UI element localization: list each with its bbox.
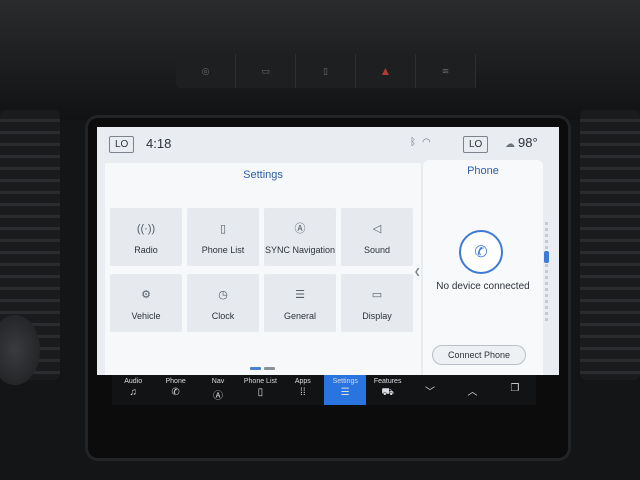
settings-tile-label: Radio (134, 245, 158, 255)
nav-item-label: Settings (332, 378, 358, 385)
settings-tile-label: Sound (363, 245, 391, 255)
car-features-icon: ⛟ (381, 387, 394, 398)
settings-tile-vehicle[interactable]: ⚙ Vehicle (110, 274, 182, 332)
music-note-icon: ♫ (129, 387, 137, 398)
speaker-icon: ◁ (372, 223, 382, 235)
clock-time: 4:18 (146, 136, 172, 151)
phone-icon: ✆ (171, 387, 180, 398)
navigation-icon: Ⓐ (294, 223, 306, 235)
phone-list-icon: ▯ (219, 223, 227, 235)
settings-tile-label: Phone List (201, 245, 245, 255)
settings-tile-phone-list[interactable]: ▯ Phone List (187, 208, 259, 266)
bluetooth-icon: ᛒ (410, 137, 422, 148)
apps-grid-icon: ⁞⁞ (300, 387, 306, 398)
settings-tile-label: Clock (211, 311, 235, 321)
recent-apps-icon-button[interactable]: ❐ (494, 375, 536, 405)
hw-button-3[interactable]: ▯ (296, 54, 356, 88)
chevron-down-icon-button[interactable]: ﹀ (409, 375, 451, 405)
right-air-vent (580, 110, 640, 380)
phone-scroll-thumb[interactable] (544, 251, 549, 263)
status-icons: ᛒ◠ (410, 137, 437, 148)
nav-item-phone-list[interactable]: Phone List ▯ (239, 375, 281, 405)
settings-tile-label: General (283, 311, 317, 321)
settings-tile-label: Display (362, 311, 392, 321)
infotainment-screen: LO 4:18 ᛒ◠ LO ☁ 98° Settings ((·)) Radio ▯ P… (97, 127, 559, 375)
nav-item-apps[interactable]: Apps ⁞⁞ (282, 375, 324, 405)
hardware-button-bar: ◎ ▭ ▯ ▲ ≋ (176, 54, 476, 88)
hw-button-5[interactable]: ≋ (416, 54, 476, 88)
settings-tile-display[interactable]: ▭ Display (341, 274, 413, 332)
nav-item-label: Apps (294, 378, 311, 385)
radio-icon: ((·)) (136, 223, 156, 235)
nav-item-label: Audio (124, 378, 143, 385)
nav-item-nav[interactable]: Nav Ⓐ (197, 375, 239, 405)
status-bar: LO 4:18 ᛒ◠ LO ☁ 98° (97, 127, 559, 161)
passenger-temp-badge[interactable]: LO (463, 136, 489, 153)
chevron-down-icon: ﹀ (425, 387, 436, 398)
nav-item-phone[interactable]: Phone ✆ (154, 375, 196, 405)
phone-icon: ✆ (459, 230, 503, 274)
page-dot-1[interactable] (250, 367, 261, 370)
nav-item-label: Phone (165, 378, 186, 385)
bottom-nav-bar: Audio ♫ Phone ✆ Nav Ⓐ Phone List ▯ Apps ⁞⁞ Setting… (112, 375, 536, 405)
nav-item-settings[interactable]: Settings ☰ (324, 375, 367, 405)
nav-item-label: Phone List (243, 378, 277, 385)
wifi-icon: ◠ (422, 137, 437, 148)
hazard-icon[interactable]: ▲ (356, 54, 416, 88)
temperature-value: 98° (518, 135, 538, 150)
chevron-up-icon: ︿ (467, 387, 478, 398)
settings-tile-label: SYNC Navigation (264, 245, 336, 255)
phone-list-icon: ▯ (257, 387, 264, 398)
phone-status-text: No device connected (436, 281, 530, 292)
navigation-icon: Ⓐ (213, 391, 224, 402)
nav-item-features[interactable]: Features ⛟ (366, 375, 408, 405)
settings-panel: Settings ((·)) Radio ▯ Phone List Ⓐ SYNC Navi… (105, 163, 421, 375)
page-dot-2[interactable] (264, 367, 275, 370)
nav-item-audio[interactable]: Audio ♫ (112, 375, 154, 405)
chevron-up-icon-button[interactable]: ︿ (451, 375, 493, 405)
recent-apps-icon: ❐ (510, 383, 520, 394)
sliders-icon: ☰ (295, 289, 305, 301)
phone-title: Phone (467, 165, 499, 177)
settings-tile-sync-navigation[interactable]: Ⓐ SYNC Navigation (264, 208, 336, 266)
clock-icon: ◷ (218, 289, 228, 301)
cloud-sun-icon: ☁ (505, 139, 515, 150)
vehicle-icon: ⚙ (141, 289, 151, 301)
settings-title: Settings (243, 169, 283, 181)
settings-tile-sound[interactable]: ◁ Sound (341, 208, 413, 266)
hw-button-2[interactable]: ▭ (236, 54, 296, 88)
outside-temperature: ☁ 98° (505, 135, 538, 150)
collapse-arrow-icon[interactable]: ❮ (414, 267, 421, 276)
settings-tile-label: Vehicle (131, 311, 161, 321)
settings-tile-radio[interactable]: ((·)) Radio (110, 208, 182, 266)
hw-button-1[interactable]: ◎ (176, 54, 236, 88)
settings-tile-clock[interactable]: ◷ Clock (187, 274, 259, 332)
display-icon: ▭ (371, 289, 383, 301)
driver-temp-badge[interactable]: LO (109, 136, 135, 153)
page-indicator (250, 357, 278, 375)
sliders-icon: ☰ (340, 387, 350, 398)
phone-panel: Phone ✆ No device connected Connect Phon… (423, 160, 543, 375)
settings-tile-general[interactable]: ☰ General (264, 274, 336, 332)
nav-item-label: Features (373, 378, 402, 385)
connect-phone-button[interactable]: Connect Phone (432, 345, 526, 365)
phone-scrollbar[interactable] (545, 222, 548, 322)
nav-item-label: Nav (211, 378, 225, 385)
